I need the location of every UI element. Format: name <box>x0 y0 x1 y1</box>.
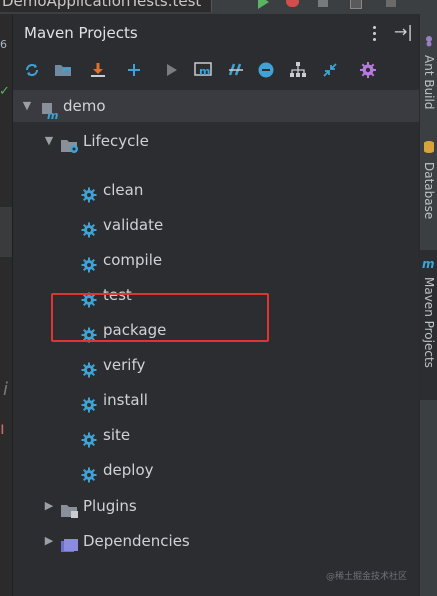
gear-icon <box>81 427 99 448</box>
skip-tests-icon[interactable] <box>255 59 277 81</box>
code-fragment-icon: i <box>3 379 9 400</box>
reimport-icon[interactable] <box>21 59 43 81</box>
stop-icon[interactable] <box>350 0 362 9</box>
add-maven-project-icon[interactable] <box>123 59 145 81</box>
chevron-down-icon[interactable]: ▼ <box>21 90 33 122</box>
goal-label: verify <box>103 356 146 374</box>
lifecycle-goal-verify[interactable]: verify <box>13 349 420 381</box>
lifecycle-goal-validate[interactable]: validate <box>13 209 420 241</box>
editor-tab[interactable]: DemoApplicationTests.test <box>0 0 213 12</box>
package-highlight-box <box>51 293 269 342</box>
lifecycle-goal-compile[interactable]: compile <box>13 244 420 276</box>
svg-text:m: m <box>47 109 58 119</box>
gear-icon <box>81 392 99 413</box>
tree-node-demo[interactable]: ▼ m demo <box>13 90 420 122</box>
gear-icon <box>81 462 99 483</box>
show-dependencies-icon[interactable] <box>287 59 309 81</box>
editor-gutter: 6 ✓ i ı <box>0 14 12 596</box>
toggle-offline-mode-icon[interactable] <box>225 59 247 81</box>
gear-icon <box>81 357 99 378</box>
tool-tab-label: Database <box>422 162 436 220</box>
lifecycle-goal-deploy[interactable]: deploy <box>13 454 420 486</box>
maven-projects-panel: Maven Projects →| m ▼ m demo ▼ Lifecycle… <box>12 14 420 596</box>
maven-projects-tool-tab[interactable]: m Maven Projects <box>420 250 437 400</box>
collapse-all-icon[interactable] <box>319 59 341 81</box>
tree-node-label: Dependencies <box>83 532 190 550</box>
right-tool-strip: Ant Build Database m Maven Projects <box>419 14 437 596</box>
chevron-right-icon[interactable]: ▶ <box>43 490 55 522</box>
tree-node-plugins[interactable]: ▶ Plugins <box>13 490 420 522</box>
generate-sources-icon[interactable] <box>53 59 75 81</box>
checkmark-icon: ✓ <box>0 84 10 99</box>
panel-title: Maven Projects <box>24 24 138 42</box>
code-fragment-icon: ı <box>0 419 5 439</box>
svg-text:m: m <box>199 65 210 78</box>
database-tool-tab[interactable]: Database <box>420 139 437 219</box>
goal-label: validate <box>103 216 164 234</box>
goal-label: deploy <box>103 461 154 479</box>
run-maven-build-icon[interactable] <box>161 59 183 81</box>
tree-node-label: demo <box>63 97 106 115</box>
ant-build-tool-tab[interactable]: Ant Build <box>420 32 437 109</box>
tree-node-label: Lifecycle <box>83 132 149 150</box>
svg-text:m: m <box>422 257 435 269</box>
plugins-folder-icon <box>61 498 79 518</box>
gear-icon <box>81 217 99 238</box>
ant-icon <box>423 32 435 51</box>
maven-settings-icon[interactable] <box>357 59 379 81</box>
database-icon <box>423 139 435 158</box>
tree-node-dependencies[interactable]: ▶ Dependencies <box>13 525 420 557</box>
coverage-icon[interactable] <box>318 0 328 7</box>
goal-label: install <box>103 391 148 409</box>
lifecycle-goal-clean[interactable]: clean <box>13 174 420 206</box>
download-sources-icon[interactable] <box>87 59 109 81</box>
lifecycle-folder-icon <box>61 133 79 153</box>
execute-maven-goal-icon[interactable]: m <box>193 59 215 81</box>
debug-icon[interactable] <box>286 0 299 7</box>
panel-header: Maven Projects →| <box>13 14 420 52</box>
lifecycle-goal-site[interactable]: site <box>13 419 420 451</box>
goal-label: compile <box>103 251 163 269</box>
gear-icon <box>81 252 99 273</box>
chevron-down-icon[interactable]: ▼ <box>43 125 55 157</box>
more-options-icon[interactable] <box>373 26 377 42</box>
tool-tab-label: Maven Projects <box>422 277 436 368</box>
chevron-right-icon[interactable]: ▶ <box>43 525 55 557</box>
goal-label: site <box>103 426 131 444</box>
hide-panel-icon[interactable]: →| <box>394 22 413 41</box>
goal-label: clean <box>103 181 144 199</box>
watermark: @稀土掘金技术社区 <box>326 572 408 582</box>
tool-tab-label: Ant Build <box>422 55 436 110</box>
lifecycle-goal-install[interactable]: install <box>13 384 420 416</box>
line-number: 6 <box>0 38 7 51</box>
tree-node-label: Plugins <box>83 497 137 515</box>
editor-tab-strip: DemoApplicationTests.test <box>0 0 437 15</box>
tree-node-lifecycle[interactable]: ▼ Lifecycle <box>13 125 420 157</box>
gear-icon <box>81 182 99 203</box>
maven-icon: m <box>422 254 436 273</box>
editor-selection <box>0 207 12 257</box>
maven-module-icon: m <box>41 98 59 122</box>
dependencies-folder-icon <box>61 533 79 552</box>
project-structure-icon[interactable] <box>386 0 396 7</box>
run-icon[interactable] <box>258 0 269 9</box>
maven-toolbar: m <box>13 52 420 88</box>
